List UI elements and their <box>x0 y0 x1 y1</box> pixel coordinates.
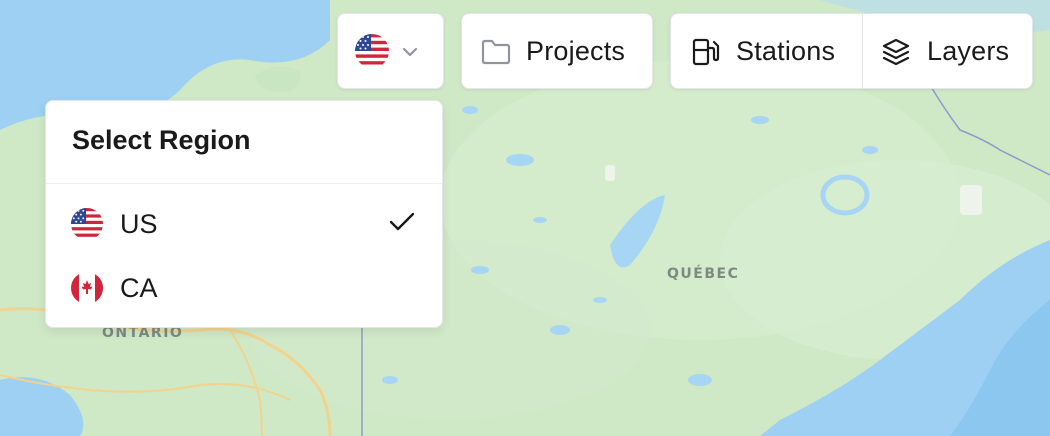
region-selector-button[interactable] <box>337 13 444 89</box>
dropdown-title: Select Region <box>72 125 251 155</box>
stations-layers-group: Stations Layers <box>670 13 1033 89</box>
stations-label: Stations <box>736 35 836 66</box>
dropdown-divider <box>46 183 442 184</box>
check-icon <box>388 210 416 239</box>
stations-button[interactable]: Stations <box>671 14 862 88</box>
layers-label: Layers <box>927 35 1010 66</box>
layers-icon <box>880 36 912 73</box>
chevron-down-icon <box>400 42 420 67</box>
layers-button[interactable]: Layers <box>863 14 1032 88</box>
map-label-quebec: QUÉBEC <box>667 266 740 282</box>
us-flag-icon <box>71 208 103 240</box>
ca-flag-icon <box>71 272 103 304</box>
region-option-us[interactable]: US <box>46 196 442 252</box>
fuel-pump-icon <box>690 36 722 73</box>
region-option-label: CA <box>120 272 158 303</box>
folder-icon <box>480 37 512 72</box>
region-option-label: US <box>120 208 158 239</box>
projects-label: Projects <box>526 35 626 66</box>
region-dropdown: Select Region US CA <box>45 100 443 328</box>
projects-button[interactable]: Projects <box>461 13 653 89</box>
region-option-ca[interactable]: CA <box>46 260 442 316</box>
us-flag-icon <box>355 34 389 68</box>
